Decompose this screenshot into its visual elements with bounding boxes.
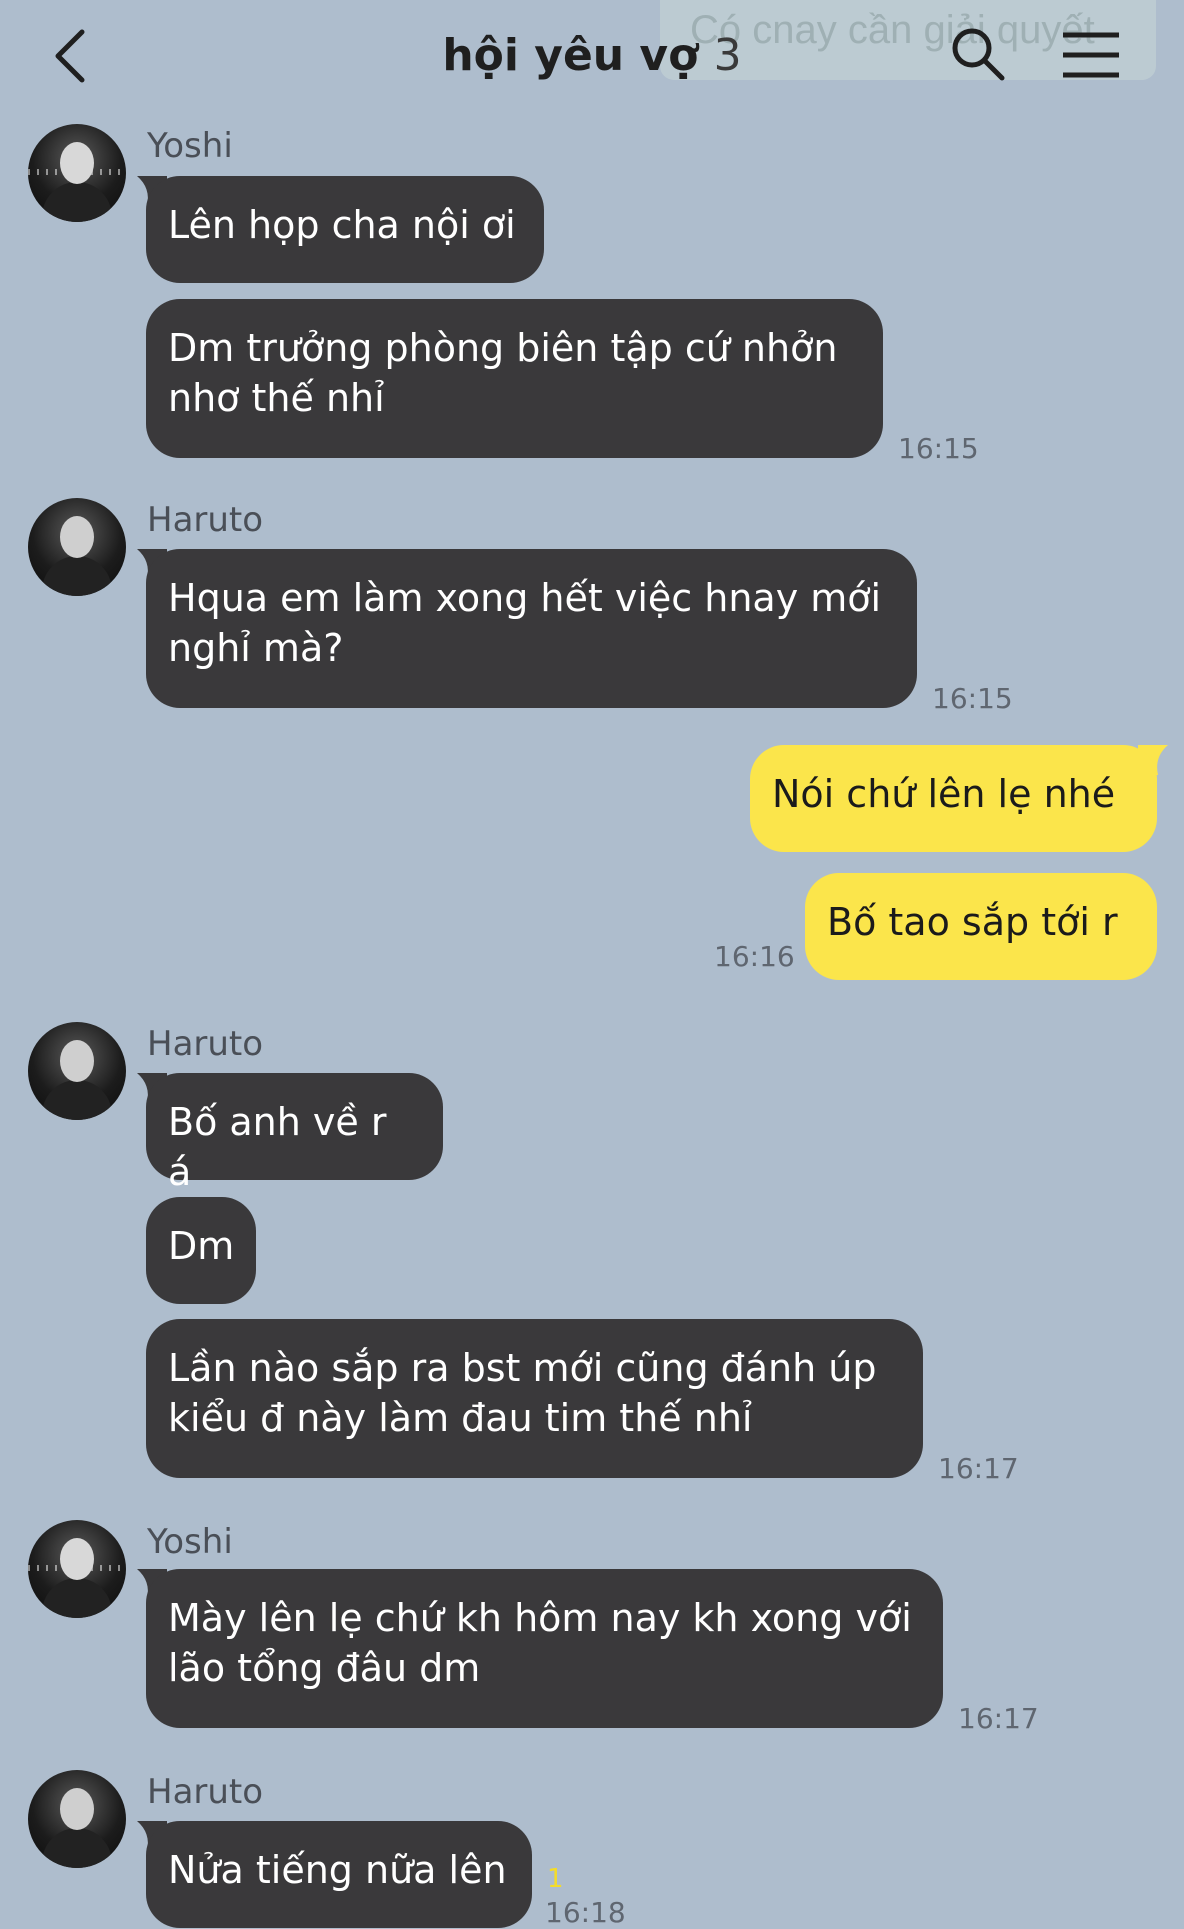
chat-title-text: hội yêu vợ [442,30,699,81]
avatar-haruto[interactable] [28,1022,126,1120]
message-time: 16:17 [938,1452,1019,1485]
message-time: 16:15 [898,432,979,465]
avatar-photo [42,1828,112,1868]
unread-count: 1 [547,1864,564,1894]
avatar-photo [60,142,94,184]
avatar-photo [60,516,94,558]
my-message-bubble[interactable]: Nói chứ lên lẹ nhé [750,745,1157,852]
member-count: 3 [713,30,742,81]
message-bubble[interactable]: Bố anh về r á [146,1073,443,1194]
message-time: 16:15 [932,682,1013,715]
message-bubble[interactable]: Dm [146,1197,256,1304]
avatar-photo [60,1538,94,1580]
message-bubble[interactable]: Hqua em làm xong hết việc hnay mới nghỉ … [146,549,917,708]
search-icon[interactable] [950,26,1006,82]
message-time: 16:17 [958,1702,1039,1735]
avatar-haruto[interactable] [28,1770,126,1868]
sender-name: Yoshi [147,1522,233,1562]
menu-icon[interactable] [1060,30,1122,80]
avatar-photo [42,1080,112,1120]
avatar-yoshi[interactable] [28,1520,126,1618]
avatar-photo [60,1788,94,1830]
sender-name: Haruto [147,1772,264,1812]
avatar-photo [42,182,112,222]
avatar-photo [42,1578,112,1618]
message-time: 16:18 [545,1896,626,1929]
chat-title: hội yêu vợ 3 [0,30,1184,81]
avatar-haruto[interactable] [28,498,126,596]
message-time: 16:16 [714,940,795,973]
chat-header: hội yêu vợ 3 [0,0,1184,110]
avatar-yoshi[interactable] [28,124,126,222]
avatar-photo [42,556,112,596]
message-bubble[interactable]: Nửa tiếng nữa lên [146,1821,532,1928]
message-bubble[interactable]: Lên họp cha nội ơi [146,176,544,283]
sender-name: Haruto [147,1024,264,1064]
message-bubble[interactable]: Lần nào sắp ra bst mới cũng đánh úp kiểu… [146,1319,923,1478]
sender-name: Yoshi [147,126,233,166]
avatar-photo [60,1040,94,1082]
message-bubble[interactable]: Dm trưởng phòng biên tập cứ nhởn nhơ thế… [146,299,883,458]
sender-name: Haruto [147,500,264,540]
message-bubble[interactable]: Mày lên lẹ chứ kh hôm nay kh xong với lã… [146,1569,943,1728]
my-message-bubble[interactable]: Bố tao sắp tới r [805,873,1157,980]
